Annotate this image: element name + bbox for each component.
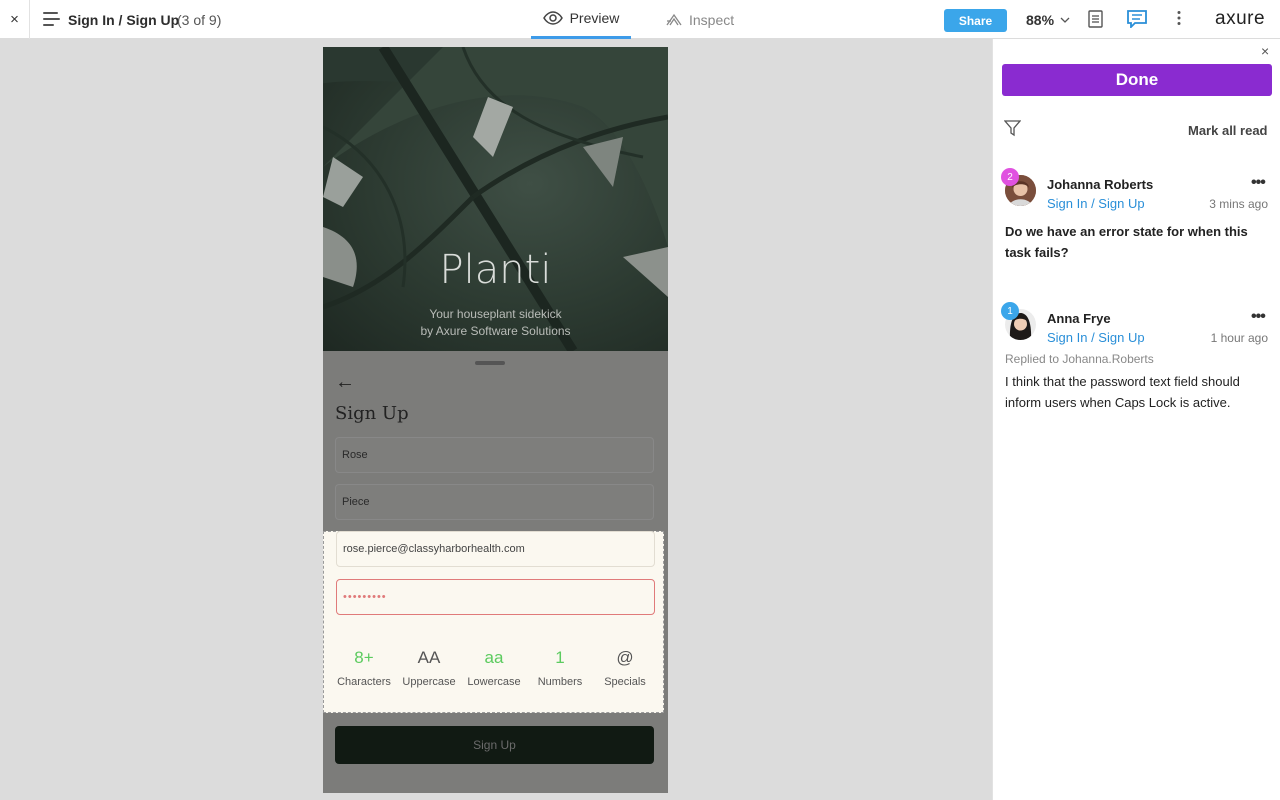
requirement-label: Specials bbox=[604, 676, 646, 688]
inspect-icon bbox=[666, 13, 682, 25]
comment-icon[interactable] bbox=[1127, 10, 1147, 28]
menu-icon[interactable] bbox=[43, 12, 60, 27]
requirement-symbol: 8+ bbox=[354, 648, 374, 667]
comment-number-badge: 1 bbox=[1001, 302, 1019, 320]
share-button[interactable]: Share bbox=[944, 9, 1007, 32]
comment-number-badge: 2 bbox=[1001, 168, 1019, 186]
signup-heading: Sign Up bbox=[335, 403, 409, 424]
zoom-value: 88% bbox=[1026, 12, 1055, 28]
requirement-symbol: AA bbox=[417, 648, 441, 667]
filter-icon[interactable] bbox=[1004, 120, 1021, 137]
comment-time: 3 mins ago bbox=[1209, 197, 1268, 211]
comment-body: Do we have an error state for when this … bbox=[1005, 224, 1248, 260]
tagline-line-1: Your houseplant sidekick bbox=[429, 307, 562, 321]
comment-author: Johanna Roberts bbox=[1047, 177, 1154, 192]
tab-preview[interactable]: Preview bbox=[531, 0, 631, 39]
comment-more-icon[interactable]: ••• bbox=[1251, 174, 1266, 192]
leaf-illustration bbox=[323, 47, 668, 351]
password-field[interactable]: ••••••••• bbox=[336, 579, 655, 615]
comment-more-icon[interactable]: ••• bbox=[1251, 308, 1266, 326]
document-icon[interactable] bbox=[1088, 10, 1103, 28]
page-title[interactable]: Sign In / Sign Up bbox=[68, 12, 179, 28]
close-icon[interactable]: × bbox=[0, 0, 30, 39]
comment-page-link[interactable]: Sign In / Sign Up bbox=[1047, 196, 1145, 211]
requirement-specials: @ Specials bbox=[592, 648, 658, 688]
eye-icon bbox=[542, 11, 563, 25]
requirement-label: Lowercase bbox=[467, 676, 521, 688]
zoom-select[interactable]: 88% bbox=[1026, 12, 1070, 28]
tab-inspect[interactable]: Inspect bbox=[666, 0, 734, 39]
comment-body: I think that the password text field sho… bbox=[1005, 374, 1240, 410]
done-button[interactable]: Done bbox=[1002, 64, 1272, 96]
signup-sheet: ← Sign Up Rose Piece rose.pierce@classyh… bbox=[323, 351, 668, 793]
requirement-characters: 8+ Characters bbox=[331, 648, 397, 688]
comment-author: Anna Frye bbox=[1047, 311, 1111, 326]
page-count: (3 of 9) bbox=[177, 12, 222, 28]
back-arrow-icon[interactable]: ← bbox=[335, 371, 355, 394]
app-title: Planti bbox=[439, 247, 552, 293]
mark-all-read-link[interactable]: Mark all read bbox=[1188, 123, 1268, 138]
close-panel-icon[interactable]: × bbox=[1261, 43, 1269, 59]
requirement-numbers: 1 Numbers bbox=[527, 648, 593, 688]
tab-inspect-label: Inspect bbox=[689, 11, 735, 28]
requirement-label: Uppercase bbox=[402, 676, 456, 688]
comments-panel: × Done Mark all read 2 Johanna Roberts •… bbox=[992, 39, 1280, 800]
preview-canvas: Planti Your houseplant sidekick by Axure… bbox=[0, 39, 992, 800]
signup-button[interactable]: Sign Up bbox=[335, 726, 654, 764]
requirement-label: Characters bbox=[337, 676, 391, 688]
email-field[interactable]: rose.pierce@classyharborhealth.com bbox=[336, 531, 655, 567]
prototype-screen: Planti Your houseplant sidekick by Axure… bbox=[323, 47, 668, 793]
chevron-down-icon bbox=[1060, 17, 1070, 23]
drag-handle[interactable] bbox=[475, 361, 505, 365]
requirement-symbol: @ bbox=[616, 648, 634, 667]
last-name-field[interactable]: Piece bbox=[335, 484, 654, 520]
requirement-lowercase: aa Lowercase bbox=[461, 648, 527, 688]
requirement-symbol: aa bbox=[484, 648, 504, 667]
commented-area-highlight[interactable]: rose.pierce@classyharborhealth.com •••••… bbox=[323, 531, 664, 713]
tagline-line-2: by Axure Software Solutions bbox=[420, 324, 571, 338]
axure-logo[interactable]: axure bbox=[1215, 8, 1265, 30]
comment-time: 1 hour ago bbox=[1210, 331, 1268, 345]
hero-image: Planti Your houseplant sidekick by Axure… bbox=[323, 47, 668, 351]
more-vertical-icon[interactable] bbox=[1177, 10, 1181, 26]
requirement-symbol: 1 bbox=[555, 648, 565, 667]
comment-page-link[interactable]: Sign In / Sign Up bbox=[1047, 330, 1145, 345]
replied-to-label: Replied to Johanna.Roberts bbox=[1005, 352, 1154, 366]
first-name-field[interactable]: Rose bbox=[335, 437, 654, 473]
top-bar: × Sign In / Sign Up (3 of 9) Preview Ins… bbox=[0, 0, 1280, 39]
requirement-uppercase: AA Uppercase bbox=[396, 648, 462, 688]
tab-preview-label: Preview bbox=[569, 10, 620, 26]
requirement-label: Numbers bbox=[537, 676, 583, 688]
